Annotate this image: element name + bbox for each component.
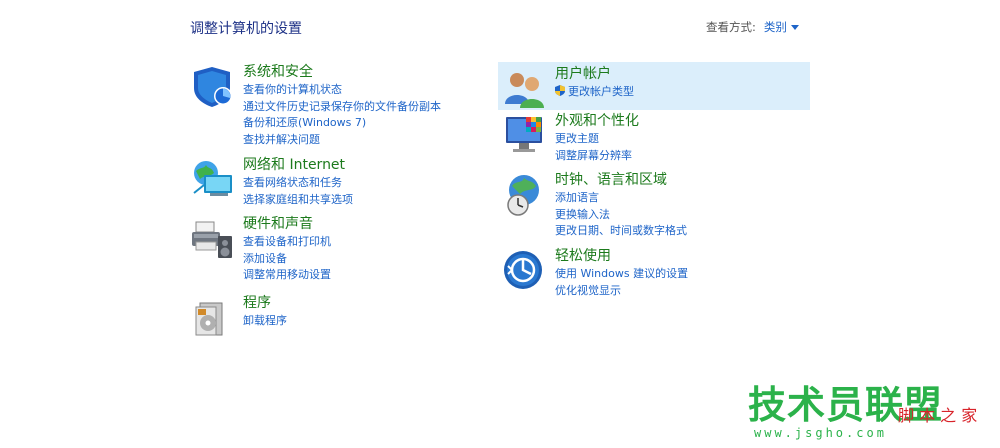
link-optimize-visual[interactable]: 优化视觉显示 [555, 283, 688, 300]
link-change-input-method[interactable]: 更换输入法 [555, 207, 687, 224]
ease-of-access-icon [502, 248, 548, 294]
link-file-history-backup[interactable]: 通过文件历史记录保存你的文件备份副本 [243, 99, 441, 116]
view-by-label: 查看方式: [706, 20, 756, 34]
globe-clock-icon [502, 172, 548, 218]
view-by-control: 查看方式: 类别 [706, 19, 799, 35]
monitor-palette-icon [502, 113, 548, 159]
view-by-dropdown[interactable]: 类别 [764, 19, 799, 35]
link-view-computer-status[interactable]: 查看你的计算机状态 [243, 82, 441, 99]
link-network-status[interactable]: 查看网络状态和任务 [243, 175, 353, 192]
link-change-account-type[interactable]: 更改帐户类型 [555, 84, 634, 101]
link-uninstall-program[interactable]: 卸载程序 [243, 313, 287, 330]
users-icon [502, 66, 548, 112]
link-recommended-settings[interactable]: 使用 Windows 建议的设置 [555, 266, 688, 283]
category-network-internet: 网络和 Internet 查看网络状态和任务 选择家庭组和共享选项 [190, 157, 353, 208]
category-ease-of-access: 轻松使用 使用 Windows 建议的设置 优化视觉显示 [502, 248, 688, 299]
link-screen-resolution[interactable]: 调整屏幕分辨率 [555, 148, 639, 165]
link-backup-restore[interactable]: 备份和还原(Windows 7) [243, 115, 441, 132]
view-by-value: 类别 [763, 20, 787, 34]
watermark: 技术员联盟 脚 本 之 家 www.jsgho.com [748, 374, 978, 442]
link-mobility-settings[interactable]: 调整常用移动设置 [243, 267, 331, 284]
category-user-accounts: 用户帐户 更改帐户类型 [502, 66, 634, 112]
category-title[interactable]: 时钟、语言和区域 [555, 172, 687, 189]
shield-icon [190, 64, 236, 110]
category-title[interactable]: 网络和 Internet [243, 157, 353, 174]
category-title[interactable]: 轻松使用 [555, 248, 688, 265]
printer-speaker-icon [190, 216, 236, 262]
category-hardware-sound: 硬件和声音 查看设备和打印机 添加设备 调整常用移动设置 [190, 216, 331, 284]
category-title[interactable]: 外观和个性化 [555, 113, 639, 130]
link-troubleshoot[interactable]: 查找并解决问题 [243, 132, 441, 149]
link-homegroup-sharing[interactable]: 选择家庭组和共享选项 [243, 192, 353, 209]
category-system-security: 系统和安全 查看你的计算机状态 通过文件历史记录保存你的文件备份副本 备份和还原… [190, 64, 441, 148]
link-add-language[interactable]: 添加语言 [555, 190, 687, 207]
watermark-side: 脚 本 之 家 [898, 406, 978, 425]
category-title[interactable]: 硬件和声音 [243, 216, 331, 233]
network-globe-icon [190, 157, 236, 203]
category-title[interactable]: 程序 [243, 295, 287, 312]
link-devices-printers[interactable]: 查看设备和打印机 [243, 234, 331, 251]
link-change-theme[interactable]: 更改主题 [555, 131, 639, 148]
page-title: 调整计算机的设置 [190, 21, 302, 37]
link-add-device[interactable]: 添加设备 [243, 251, 331, 268]
category-title[interactable]: 用户帐户 [555, 66, 634, 83]
programs-disc-icon [190, 295, 236, 341]
link-label: 更改帐户类型 [568, 85, 634, 98]
category-clock-language-region: 时钟、语言和区域 添加语言 更换输入法 更改日期、时间或数字格式 [502, 172, 687, 240]
category-appearance: 外观和个性化 更改主题 调整屏幕分辨率 [502, 113, 639, 164]
watermark-url: www.jsgho.com [754, 426, 887, 440]
category-programs: 程序 卸载程序 [190, 295, 287, 341]
uac-shield-icon [555, 85, 565, 96]
chevron-down-icon [790, 24, 799, 30]
category-title[interactable]: 系统和安全 [243, 64, 441, 81]
link-date-time-format[interactable]: 更改日期、时间或数字格式 [555, 223, 687, 240]
